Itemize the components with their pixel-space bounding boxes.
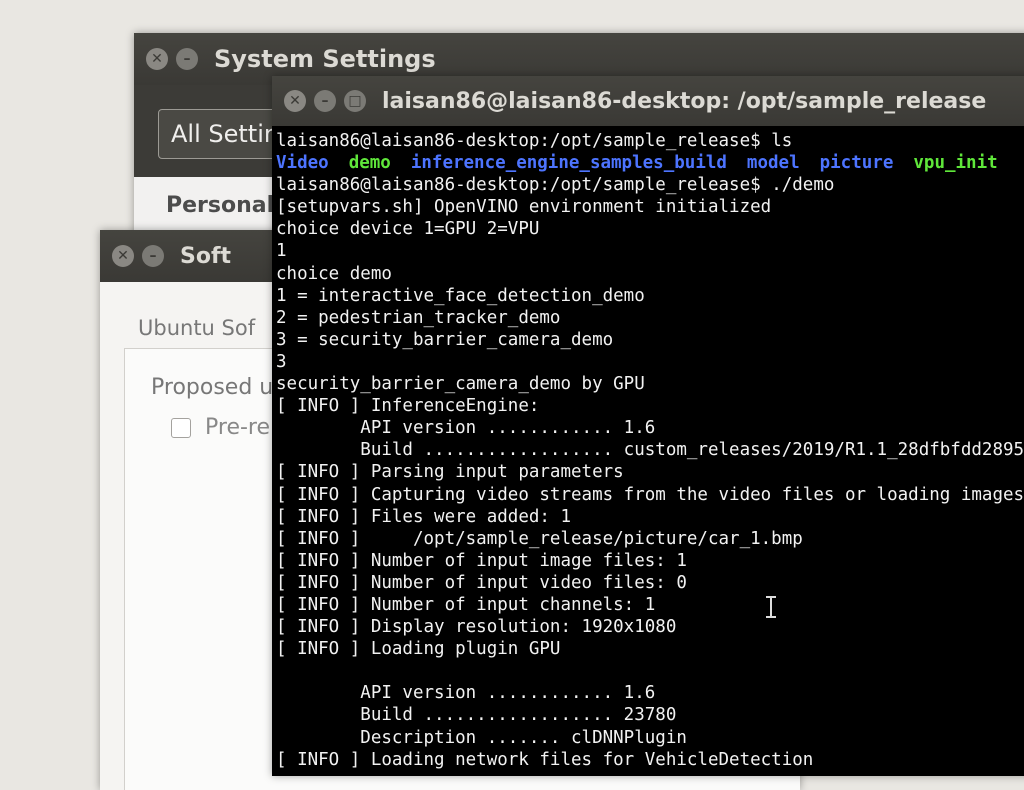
output-line: Description ....... clDNNPlugin [276, 727, 687, 748]
output-line: [ INFO ] Loading network files for Vehic… [276, 749, 814, 770]
output-line: [ INFO ] Number of input video files: 0 [276, 572, 687, 593]
output-line: API version ............ 1.6 [276, 418, 656, 439]
ls-entry: Video [276, 153, 329, 174]
prompt-line: laisan86@laisan86-desktop:/opt/sample_re… [276, 174, 1024, 196]
ls-entry: inference_engine_samples_build [410, 153, 727, 174]
proposed-updates-label: Proposed u [151, 375, 274, 400]
window-title: Soft [180, 243, 232, 269]
output-line: [ INFO ] Parsing input parameters [276, 462, 624, 483]
text-cursor-icon [766, 596, 776, 618]
close-icon[interactable]: ✕ [112, 245, 134, 267]
terminal-output[interactable]: laisan86@laisan86-desktop:/opt/sample_re… [272, 126, 1024, 776]
window-title: System Settings [214, 45, 436, 73]
window-title: laisan86@laisan86-desktop: /opt/sample_r… [382, 88, 987, 114]
terminal-titlebar[interactable]: ✕ – □ laisan86@laisan86-desktop: /opt/sa… [272, 76, 1024, 126]
output-line: [ INFO ] Loading plugin GPU [276, 639, 561, 660]
command: ls [771, 131, 793, 151]
output-line: 1 [276, 241, 287, 262]
output-line: [setupvars.sh] OpenVINO environment init… [276, 197, 772, 218]
minimize-icon[interactable]: – [142, 245, 164, 267]
output-line: [ INFO ] Number of input channels: 1 [276, 594, 656, 615]
ls-entry: picture [819, 153, 894, 174]
tab-ubuntu-software[interactable]: Ubuntu Sof [138, 316, 255, 340]
prerelease-label: Pre-re [205, 415, 271, 440]
prompt: laisan86@laisan86-desktop:/opt/sample_re… [276, 175, 772, 196]
output-line: 3 = security_barrier_camera_demo [276, 329, 614, 350]
output-line: [ INFO ] Number of input image files: 1 [276, 550, 687, 571]
output-line: 2 = pedestrian_tracker_demo [276, 307, 561, 328]
minimize-icon[interactable]: – [176, 48, 198, 70]
output-line: 3 [276, 351, 287, 372]
output-line: Build .................. custom_releases… [276, 440, 1024, 461]
output-line: [ INFO ] Display resolution: 1920x1080 [276, 617, 677, 638]
command: ./demo [771, 175, 835, 196]
terminal-window[interactable]: ✕ – □ laisan86@laisan86-desktop: /opt/sa… [272, 76, 1024, 776]
close-icon[interactable]: ✕ [146, 48, 168, 70]
output-line: [ INFO ] /opt/sample_release/picture/car… [276, 528, 803, 549]
output-line: API version ............ 1.6 [276, 683, 656, 704]
prerelease-checkbox[interactable] [171, 417, 191, 438]
output-line: Build .................. 23780 [276, 705, 677, 726]
ls-entry: vpu_init [913, 153, 998, 174]
output-line: [ INFO ] Capturing video streams from th… [276, 484, 1024, 505]
output-line: choice device 1=GPU 2=VPU [276, 219, 540, 240]
maximize-icon[interactable]: □ [344, 90, 366, 112]
output-line: choice demo [276, 263, 392, 284]
section-heading-personal: Personal [166, 193, 275, 218]
output-line: [ INFO ] InferenceEngine: [276, 396, 540, 417]
ls-output-line: Video demo inference_engine_samples_build m… [276, 152, 1024, 174]
prerelease-option[interactable]: Pre-re [171, 415, 270, 440]
output-line: [ INFO ] Files were added: 1 [276, 506, 572, 527]
output-lines: [setupvars.sh] OpenVINO environment init… [276, 196, 1024, 770]
close-icon[interactable]: ✕ [284, 90, 306, 112]
prompt: laisan86@laisan86-desktop:/opt/sample_re… [276, 131, 772, 151]
prompt-line: laisan86@laisan86-desktop:/opt/sample_re… [276, 130, 1024, 152]
ls-entry: model [746, 153, 800, 174]
output-line: 1 = interactive_face_detection_demo [276, 285, 645, 306]
minimize-icon[interactable]: – [314, 90, 336, 112]
output-line: security_barrier_camera_demo by GPU [276, 374, 645, 395]
ls-entry: demo [348, 153, 391, 174]
